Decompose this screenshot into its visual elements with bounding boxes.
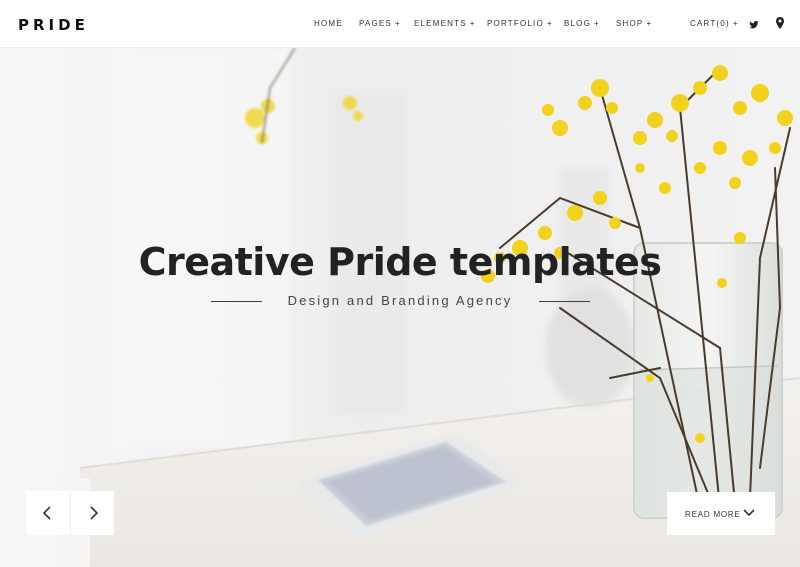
nav-item-portfolio[interactable]: PORTFOLIO + xyxy=(487,19,553,28)
nav-item-label: BLOG xyxy=(564,19,592,28)
read-more-label: READ MORE xyxy=(685,510,741,519)
nav-plus-icon: + xyxy=(646,19,653,28)
nav-item-cart[interactable]: CART(0) + xyxy=(690,19,739,28)
chevron-right-icon xyxy=(90,506,99,520)
subtitle-divider-right xyxy=(539,301,590,302)
slider-next-button[interactable] xyxy=(70,491,114,535)
slider-prev-button[interactable] xyxy=(26,491,70,535)
hero-subtitle: Design and Branding Agency xyxy=(287,293,513,308)
hero-slider: Creative Pride templates Design and Bran… xyxy=(0,48,800,567)
hero-title: Creative Pride templates xyxy=(138,240,662,284)
chevron-down-icon xyxy=(743,509,755,517)
main-nav: HOME PAGES + ELEMENTS + PORTFOLIO + BLOG + S… xyxy=(0,0,800,48)
nav-item-label: SHOP xyxy=(616,19,644,28)
read-more-button[interactable]: READ MORE xyxy=(667,492,775,535)
nav-item-pages[interactable]: PAGES + xyxy=(359,19,401,28)
nav-item-elements[interactable]: ELEMENTS + xyxy=(414,19,476,28)
nav-item-home[interactable]: HOME xyxy=(314,19,343,28)
nav-plus-icon: + xyxy=(469,19,476,28)
nav-item-label: PORTFOLIO xyxy=(487,19,544,28)
nav-plus-icon: + xyxy=(732,19,739,28)
chevron-left-icon xyxy=(42,506,51,520)
nav-item-label: HOME xyxy=(314,19,343,28)
nav-plus-icon: + xyxy=(394,19,401,28)
nav-plus-icon: + xyxy=(546,19,553,28)
nav-item-label: ELEMENTS xyxy=(414,19,467,28)
map-pin-icon[interactable] xyxy=(776,16,784,34)
nav-item-blog[interactable]: BLOG + xyxy=(564,19,600,28)
nav-item-label: CART(0) xyxy=(690,19,730,28)
nav-item-label: PAGES xyxy=(359,19,392,28)
nav-plus-icon: + xyxy=(594,19,600,28)
nav-item-shop[interactable]: SHOP + xyxy=(616,19,652,28)
site-header: PRIDE HOME PAGES + ELEMENTS + PORTFOLIO + B… xyxy=(0,0,800,48)
twitter-icon[interactable] xyxy=(749,17,759,35)
hero-subtitle-block: Design and Branding Agency xyxy=(0,292,800,312)
